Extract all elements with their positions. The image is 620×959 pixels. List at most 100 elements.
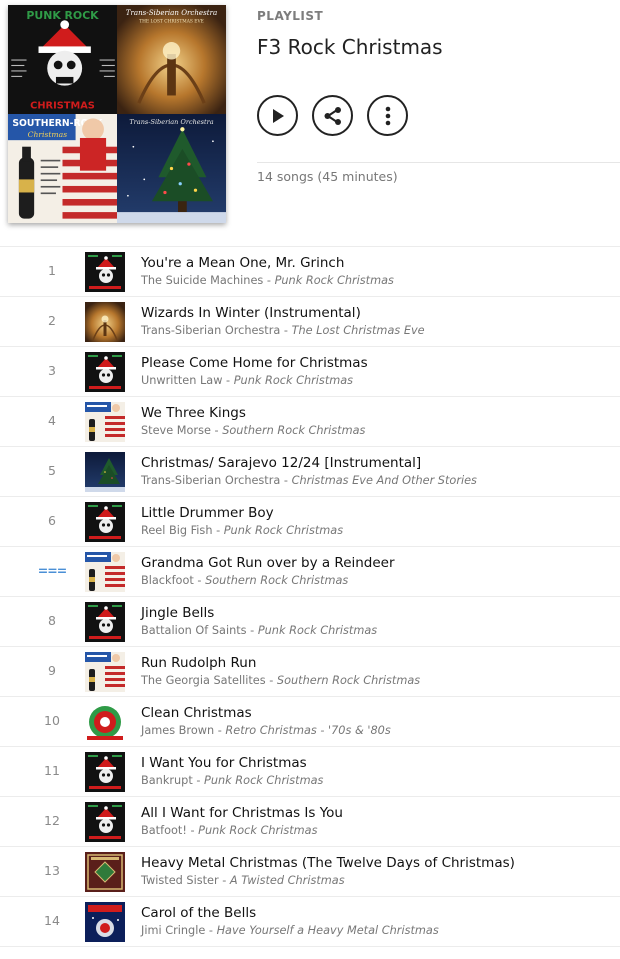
track-album[interactable]: Have Yourself a Heavy Metal Christmas <box>217 924 439 937</box>
track-number: 1 <box>48 263 56 278</box>
more-icon <box>385 106 390 125</box>
track-title[interactable]: Wizards In Winter (Instrumental) <box>141 305 361 321</box>
track-album[interactable]: Retro Christmas - '70s & '80s <box>225 724 390 737</box>
track-row[interactable]: 1 You're a Mean One, Mr. Grinch The Suic… <box>0 247 620 297</box>
track-row[interactable]: 8 Jingle Bells Battalion Of Saints - Pun… <box>0 597 620 647</box>
track-number: 12 <box>44 813 60 828</box>
track-title[interactable]: We Three Kings <box>141 405 246 421</box>
track-album-art[interactable] <box>85 452 125 492</box>
track-row[interactable]: 6 Little Drummer Boy Reel Big Fish - Pun… <box>0 497 620 547</box>
track-title[interactable]: Carol of the Bells <box>141 905 256 921</box>
svg-text:THE LOST CHRISTMAS EVE: THE LOST CHRISTMAS EVE <box>139 19 204 24</box>
track-number: 10 <box>44 713 60 728</box>
track-artist[interactable]: Jimi Cringle <box>141 924 205 937</box>
playlist-meta: 14 songs (45 minutes) <box>257 169 398 184</box>
track-album-art[interactable] <box>85 602 125 642</box>
track-number: 2 <box>48 313 56 328</box>
track-album-art[interactable] <box>85 352 125 392</box>
track-album[interactable]: Punk Rock Christmas <box>204 774 323 787</box>
track-album-art[interactable] <box>85 302 125 342</box>
track-artist[interactable]: Trans-Siberian Orchestra <box>141 324 280 337</box>
track-row[interactable]: 5 Christmas/ Sarajevo 12/24 [Instrumenta… <box>0 447 620 497</box>
track-title[interactable]: Little Drummer Boy <box>141 505 274 521</box>
track-album-art[interactable] <box>85 552 125 592</box>
track-album-art[interactable] <box>85 402 125 442</box>
track-album[interactable]: Southern Rock Christmas <box>222 424 365 437</box>
cover-southern-rock-christmas: SOUTHERN-ROCK Christmas <box>8 114 117 223</box>
track-subtitle: James Brown - Retro Christmas - '70s & '… <box>141 724 391 737</box>
track-title[interactable]: Heavy Metal Christmas (The Twelve Days o… <box>141 855 515 871</box>
track-album-art[interactable] <box>85 252 125 292</box>
playlist-cover-art: PUNK ROCK CHRISTMAS Trans-Siberian Orche… <box>8 5 226 223</box>
track-album[interactable]: Punk Rock Christmas <box>224 524 343 537</box>
track-artist[interactable]: The Georgia Satellites <box>141 674 266 687</box>
track-artist[interactable]: Battalion Of Saints <box>141 624 247 637</box>
track-album[interactable]: The Lost Christmas Eve <box>292 324 425 337</box>
more-options-button[interactable] <box>367 95 408 136</box>
track-album[interactable]: Southern Rock Christmas <box>277 674 420 687</box>
track-album[interactable]: Punk Rock Christmas <box>198 824 317 837</box>
track-album[interactable]: Christmas Eve And Other Stories <box>292 474 477 487</box>
track-artist[interactable]: Steve Morse <box>141 424 211 437</box>
track-album[interactable]: Southern Rock Christmas <box>205 574 348 587</box>
track-title[interactable]: Run Rudolph Run <box>141 655 256 671</box>
track-row[interactable]: 11 I Want You for Christmas Bankrupt - P… <box>0 747 620 797</box>
track-subtitle: Trans-Siberian Orchestra - The Lost Chri… <box>141 324 425 337</box>
track-number: 5 <box>48 463 56 478</box>
track-artist[interactable]: Blackfoot <box>141 574 194 587</box>
track-title[interactable]: Please Come Home for Christmas <box>141 355 368 371</box>
track-row[interactable]: 4 We Three Kings Steve Morse - Southern … <box>0 397 620 447</box>
track-album-art[interactable] <box>85 902 125 942</box>
share-button[interactable] <box>312 95 353 136</box>
track-row[interactable]: 3 Please Come Home for Christmas Unwritt… <box>0 347 620 397</box>
track-artist[interactable]: Trans-Siberian Orchestra <box>141 474 280 487</box>
track-album-art[interactable] <box>85 652 125 692</box>
track-album-art[interactable] <box>85 502 125 542</box>
track-title[interactable]: Grandma Got Run over by a Reindeer <box>141 555 395 571</box>
track-title[interactable]: Jingle Bells <box>141 605 214 621</box>
track-album-art[interactable] <box>85 752 125 792</box>
track-subtitle: Twisted Sister - A Twisted Christmas <box>141 874 345 887</box>
track-number: 6 <box>48 513 56 528</box>
track-artist[interactable]: Batfoot! <box>141 824 187 837</box>
track-subtitle: Jimi Cringle - Have Yourself a Heavy Met… <box>141 924 439 937</box>
track-artist[interactable]: James Brown <box>141 724 214 737</box>
track-artist[interactable]: Reel Big Fish <box>141 524 212 537</box>
play-button[interactable] <box>257 95 298 136</box>
track-subtitle: Trans-Siberian Orchestra - Christmas Eve… <box>141 474 477 487</box>
track-album-art[interactable] <box>85 852 125 892</box>
track-row[interactable]: 14 Carol of the Bells Jimi Cringle - Hav… <box>0 897 620 947</box>
track-artist[interactable]: Bankrupt <box>141 774 193 787</box>
track-row[interactable]: 10 Clean Christmas James Brown - Retro C… <box>0 697 620 747</box>
track-row[interactable]: === Grandma Got Run over by a Reindeer B… <box>0 547 620 597</box>
track-list: 1 You're a Mean One, Mr. Grinch The Suic… <box>0 246 620 947</box>
track-album[interactable]: Punk Rock Christmas <box>275 274 394 287</box>
track-title[interactable]: Christmas/ Sarajevo 12/24 [Instrumental] <box>141 455 421 471</box>
track-row[interactable]: 12 All I Want for Christmas Is You Batfo… <box>0 797 620 847</box>
track-artist[interactable]: The Suicide Machines <box>141 274 263 287</box>
track-subtitle: Blackfoot - Southern Rock Christmas <box>141 574 349 587</box>
track-row[interactable]: 13 Heavy Metal Christmas (The Twelve Day… <box>0 847 620 897</box>
track-album[interactable]: Punk Rock Christmas <box>258 624 377 637</box>
track-number: === <box>37 563 67 578</box>
track-album[interactable]: Punk Rock Christmas <box>234 374 353 387</box>
track-album-art[interactable] <box>85 802 125 842</box>
track-subtitle: Batfoot! - Punk Rock Christmas <box>141 824 318 837</box>
track-album[interactable]: A Twisted Christmas <box>230 874 345 887</box>
track-subtitle: Battalion Of Saints - Punk Rock Christma… <box>141 624 378 637</box>
track-artist[interactable]: Unwritten Law <box>141 374 222 387</box>
track-title[interactable]: You're a Mean One, Mr. Grinch <box>141 255 344 271</box>
track-album-art[interactable] <box>85 702 125 742</box>
playlist-kicker: PLAYLIST <box>257 9 324 23</box>
track-title[interactable]: Clean Christmas <box>141 705 252 721</box>
track-title[interactable]: All I Want for Christmas Is You <box>141 805 343 821</box>
track-number: 13 <box>44 863 60 878</box>
track-artist[interactable]: Twisted Sister <box>141 874 219 887</box>
cover-punk-rock-christmas: PUNK ROCK CHRISTMAS <box>8 5 117 114</box>
track-row[interactable]: 9 Run Rudolph Run The Georgia Satellites… <box>0 647 620 697</box>
track-number: 9 <box>48 663 56 678</box>
play-icon <box>272 108 284 123</box>
track-row[interactable]: 2 Wizards In Winter (Instrumental) Trans… <box>0 297 620 347</box>
svg-text:Trans-Siberian Orchestra: Trans-Siberian Orchestra <box>129 118 213 126</box>
track-title[interactable]: I Want You for Christmas <box>141 755 307 771</box>
